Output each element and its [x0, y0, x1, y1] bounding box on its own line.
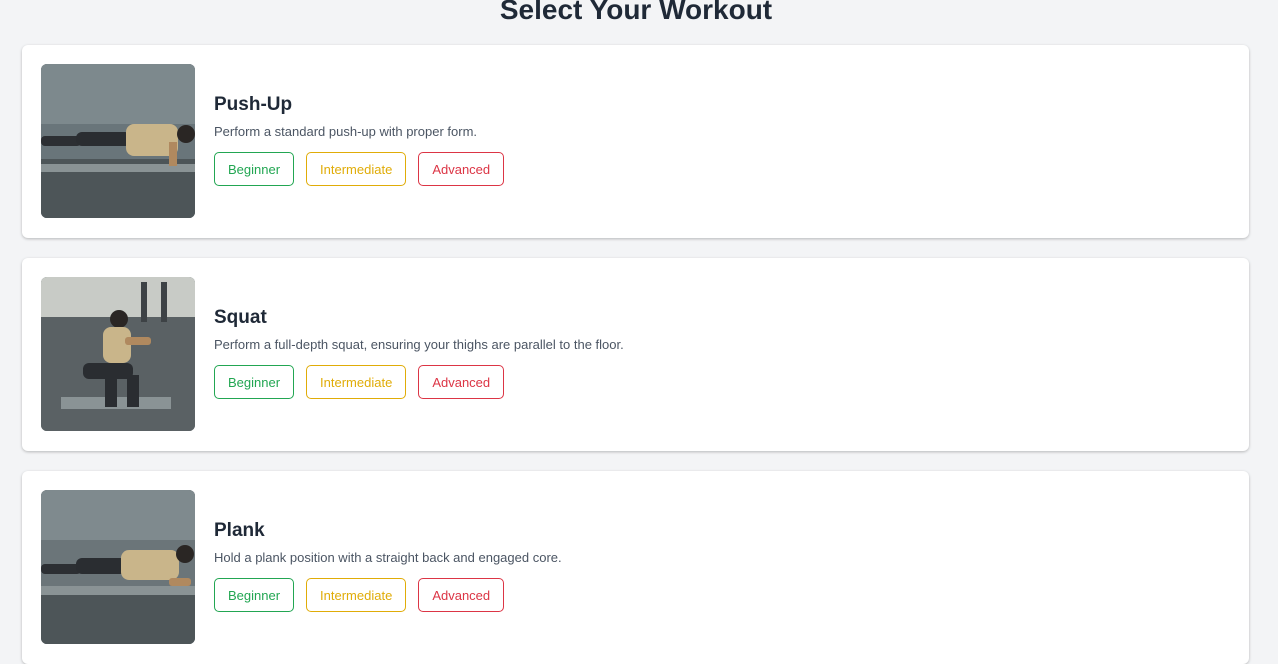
workout-title: Push-Up [214, 94, 293, 115]
squat-photo[interactable] [41, 277, 195, 431]
workout-card-plank: Plank Hold a plank position with a strai… [22, 471, 1249, 664]
workout-title: Plank [214, 520, 265, 541]
intermediate-button[interactable]: Intermediate [306, 152, 407, 186]
workout-description: Perform a standard push-up with proper f… [214, 124, 478, 139]
plank-photo[interactable] [41, 490, 195, 644]
advanced-button[interactable]: Advanced [418, 365, 505, 399]
workout-card-squat: Squat Perform a full-depth squat, ensuri… [22, 258, 1249, 451]
difficulty-buttons: Beginner Intermediate Advanced [214, 152, 505, 186]
beginner-button[interactable]: Beginner [214, 578, 295, 612]
beginner-button[interactable]: Beginner [214, 152, 295, 186]
difficulty-buttons: Beginner Intermediate Advanced [214, 578, 562, 612]
advanced-button[interactable]: Advanced [418, 152, 505, 186]
advanced-button[interactable]: Advanced [418, 578, 505, 612]
workout-title: Squat [214, 307, 267, 328]
push-up-photo[interactable] [41, 64, 195, 218]
beginner-button[interactable]: Beginner [214, 365, 295, 399]
workout-description: Hold a plank position with a straight ba… [214, 550, 562, 565]
intermediate-button[interactable]: Intermediate [306, 578, 407, 612]
page-title: Select Your Workout [499, 0, 773, 25]
difficulty-buttons: Beginner Intermediate Advanced [214, 365, 624, 399]
workout-card-push-up: Push-Up Perform a standard push-up with … [22, 45, 1249, 238]
intermediate-button[interactable]: Intermediate [306, 365, 407, 399]
workout-description: Perform a full-depth squat, ensuring you… [214, 337, 624, 352]
